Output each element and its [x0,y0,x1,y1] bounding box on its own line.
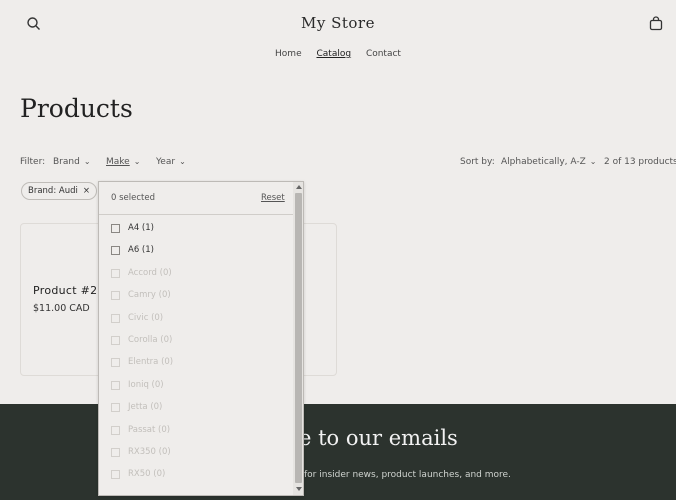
checkbox[interactable] [111,246,120,256]
active-filter-chip[interactable]: Brand: Audi × [21,182,97,200]
option-camry: Camry (0) [99,287,293,309]
option-label: A6 (1) [128,245,154,256]
cart-icon[interactable] [646,14,666,34]
option-label: RX350 (0) [128,446,171,457]
checkbox [111,380,120,390]
option-a6[interactable]: A6 (1) [99,242,293,264]
checkbox[interactable] [111,224,120,233]
chip-label: Brand: Audi [28,186,78,196]
scroll-down-arrow-icon[interactable] [296,487,302,491]
sort-select[interactable]: Alphabetically, A-Z ⌄ [501,157,596,167]
sort-label: Sort by: [460,157,495,167]
option-label: A4 (1) [128,223,154,233]
option-civic: Civic (0) [99,310,293,332]
option-label: Accord (0) [128,267,172,278]
option-elentra: Elentra (0) [99,354,293,376]
option-a4[interactable]: A4 (1) [99,220,293,242]
sort-value: Alphabetically, A-Z [501,157,586,167]
filter-make[interactable]: Make ⌄ [106,157,140,167]
option-corolla: Corolla (0) [99,332,293,354]
close-icon[interactable]: × [83,186,90,196]
nav-home[interactable]: Home [275,49,302,59]
store-name[interactable]: My Store [0,14,676,32]
checkbox [111,291,120,301]
scroll-thumb[interactable] [295,193,302,483]
product-price: $11.00 CAD [33,303,90,314]
scroll-up-arrow-icon[interactable] [296,185,302,189]
option-label: Jetta (0) [128,402,163,413]
option-label: Civic (0) [128,312,164,323]
option-rx350: RX350 (0) [99,444,293,466]
dropdown-header: 0 selected Reset [99,182,293,215]
filter-make-label: Make [106,157,130,167]
chevron-down-icon: ⌄ [83,157,91,166]
option-label: Corolla (0) [128,334,173,345]
option-label: Passat (0) [128,424,171,435]
filter-label: Filter: [20,157,46,167]
option-jetta: Jetta (0) [99,399,293,421]
checkbox [111,335,120,345]
checkbox [111,268,120,278]
nav-contact[interactable]: Contact [366,49,401,59]
option-label: Elentra (0) [128,357,174,368]
reset-link[interactable]: Reset [261,193,285,203]
checkbox [111,447,120,457]
dropdown-scrollbar[interactable] [293,182,303,495]
option-label: Camry (0) [128,290,171,301]
chevron-down-icon: ⌄ [589,157,597,166]
option-passat: Passat (0) [99,422,293,444]
selected-count: 0 selected [111,193,155,203]
filter-brand-label: Brand [53,157,80,167]
product-count: 2 of 13 products [604,157,676,167]
site-header: My Store Home Catalog Contact [0,0,676,75]
page-title: Products [20,94,133,123]
option-label: RX50 (0) [128,469,166,480]
filter-brand[interactable]: Brand ⌄ [53,157,91,167]
checkbox [111,313,120,323]
checkbox [111,470,120,480]
option-rx50: RX50 (0) [99,466,293,488]
newsletter-subtitle: for insider news, product launches, and … [304,470,511,480]
option-ioniq: Ioniq (0) [99,377,293,399]
filter-year-label: Year [156,157,176,167]
checkbox [111,403,120,413]
checkbox [111,425,120,435]
option-accord: Accord (0) [99,265,293,287]
nav-catalog[interactable]: Catalog [316,49,351,59]
make-options-list: A4 (1) A6 (1) Accord (0) Camry (0) Civic… [99,220,293,489]
product-name[interactable]: Product #2 [33,284,97,297]
checkbox [111,358,120,368]
chevron-down-icon: ⌄ [179,157,186,166]
make-filter-dropdown: 0 selected Reset A4 (1) A6 (1) Accord (0… [98,181,304,496]
newsletter-title: e to our emails [299,426,458,450]
chevron-down-icon: ⌄ [133,157,141,166]
filter-year[interactable]: Year ⌄ [156,157,186,167]
option-label: Ioniq (0) [128,379,164,390]
main-nav: Home Catalog Contact [0,49,676,59]
